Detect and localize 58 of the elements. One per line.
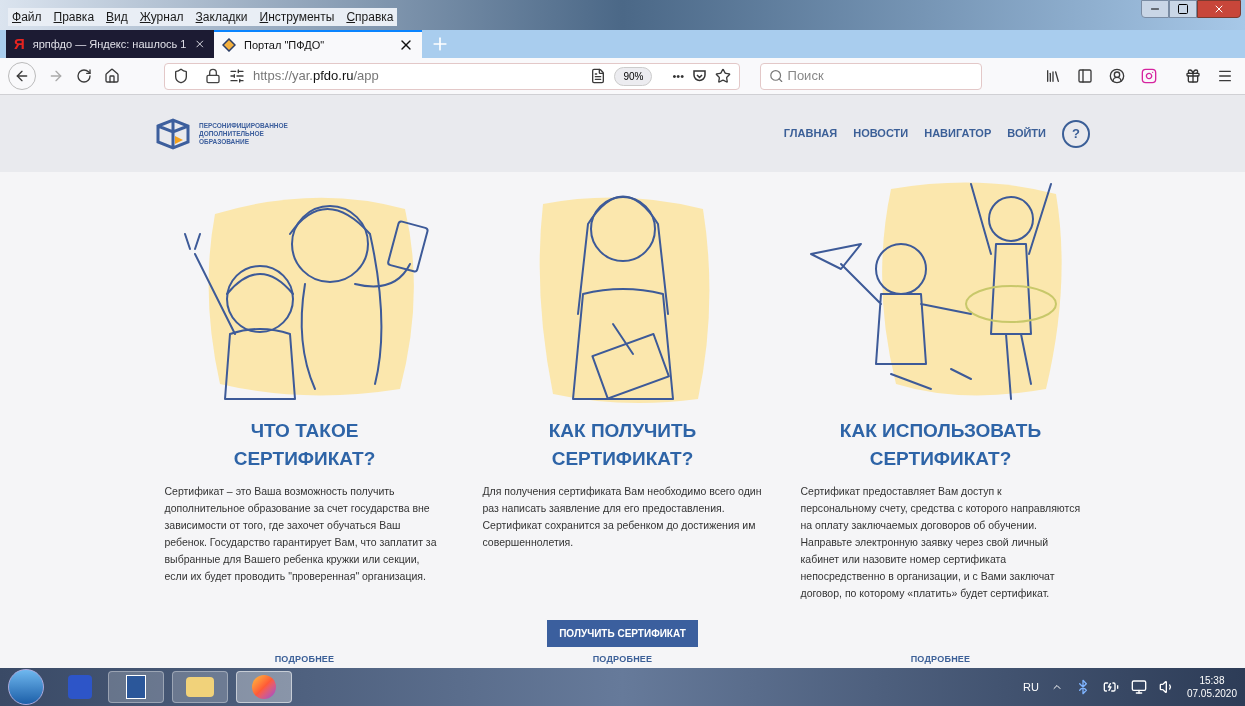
section-title: ЧТО ТАКОЕ СЕРТИФИКАТ? xyxy=(233,419,376,471)
shield-icon xyxy=(173,68,189,84)
help-button[interactable]: ? xyxy=(1062,119,1090,148)
section-description: Сертификат предоставляет Вам доступ к персональному счету, средства с которого направляются на оплату заключаемых договоров об обучении. Направьте электронную заявку через свой личный кабинет или назовите номер сертификата непосредственно в организации, и с Вами заключат договор, по которому «платить» будет сертификат. xyxy=(800,484,1081,601)
tab-title: ярпфдо — Яндекс: нашлось 1 xyxy=(32,36,187,52)
nav-link[interactable]: НОВОСТИ xyxy=(853,125,909,142)
logo-icon[interactable] xyxy=(155,117,191,150)
section-title: КАК ПОЛУЧИТЬ СЕРТИФИКАТ? xyxy=(548,419,697,471)
menu-item[interactable]: Файл xyxy=(12,8,42,26)
tab-favicon: Я xyxy=(14,33,25,54)
search-input[interactable]: Поиск xyxy=(787,66,973,86)
section-description: Сертификат – это Ваша возможность получить дополнительное образование за счет государства вне зависимости от того, где захочет обучаться Ваш ребенок. Государство гарантирует Вам, что заплатит за выбранные для Вашего ребенка кружки или секции, если их будет проводить "проверенная" организация. xyxy=(164,484,438,584)
search-field[interactable]: Поиск xyxy=(760,62,982,90)
sidebar-icon[interactable] xyxy=(1077,68,1093,84)
tab-title: Портал "ПФДО" xyxy=(244,37,326,53)
maximize-button[interactable] xyxy=(1169,0,1197,18)
account-icon[interactable] xyxy=(1109,68,1125,84)
search-icon xyxy=(769,68,784,84)
more-link[interactable]: ПОДРОБНЕЕ xyxy=(910,652,971,666)
instagram-icon[interactable] xyxy=(1141,68,1157,84)
start-button[interactable] xyxy=(8,669,44,705)
get-certificate-button[interactable]: ПОЛУЧИТЬ СЕРТИФИКАТ xyxy=(547,619,698,647)
menu-icon[interactable] xyxy=(1217,68,1233,84)
reader-view-icon[interactable] xyxy=(590,68,607,84)
more-actions-button[interactable]: ••• xyxy=(672,67,684,85)
pocket-icon[interactable] xyxy=(692,69,707,83)
nav-link[interactable]: ГЛАВНАЯ xyxy=(783,125,838,142)
browser-tab[interactable]: Я ярпфдо — Яндекс: нашлось 1 xyxy=(6,30,214,58)
section-title: КАК ИСПОЛЬЗОВАТЬ СЕРТИФИКАТ? xyxy=(839,419,1042,471)
menu-item[interactable]: Справка xyxy=(346,8,394,26)
nav-link[interactable]: ВОЙТИ xyxy=(1007,125,1046,142)
menu-item[interactable]: Вид xyxy=(106,8,128,26)
section-description: Для получения сертификата Вам необходимо всего один раз написать заявление для его предоставления. Сертификат сохранится за ребенком до достижения им совершеннолетия. xyxy=(482,484,763,550)
lock-icon xyxy=(205,68,221,84)
close-icon xyxy=(1213,3,1225,15)
power-icon[interactable] xyxy=(1102,679,1119,695)
menu-item[interactable]: Правка xyxy=(53,8,95,26)
more-link[interactable]: ПОДРОБНЕЕ xyxy=(592,652,653,666)
diamond-icon xyxy=(222,38,236,52)
reload-icon[interactable] xyxy=(76,68,92,84)
nav-link[interactable]: НАВИГАТОР xyxy=(924,125,992,142)
menu-item[interactable]: Инструменты xyxy=(259,8,335,26)
home-icon[interactable] xyxy=(104,68,120,84)
gift-icon[interactable] xyxy=(1185,68,1201,84)
maximize-icon xyxy=(1177,3,1189,15)
address-field[interactable]: https://yar.pfdo.ru/app 90% ••• xyxy=(164,62,740,90)
browser-tab[interactable]: Портал "ПФДО" xyxy=(214,30,422,58)
menu-item[interactable]: Закладки xyxy=(195,8,248,26)
url-text: https://yar.pfdo.ru/app xyxy=(253,67,380,86)
permissions-icon xyxy=(229,68,245,84)
library-icon[interactable] xyxy=(1045,68,1061,84)
language-indicator[interactable]: RU xyxy=(1023,678,1039,696)
more-link[interactable]: ПОДРОБНЕЕ xyxy=(274,652,335,666)
menu-item[interactable]: Журнал xyxy=(139,8,184,26)
bookmark-star-icon[interactable] xyxy=(715,68,731,84)
minimize-button[interactable] xyxy=(1141,0,1169,18)
clock[interactable]: 15:38 07.05.2020 xyxy=(1186,674,1237,700)
zoom-badge[interactable]: 90% xyxy=(614,66,653,86)
